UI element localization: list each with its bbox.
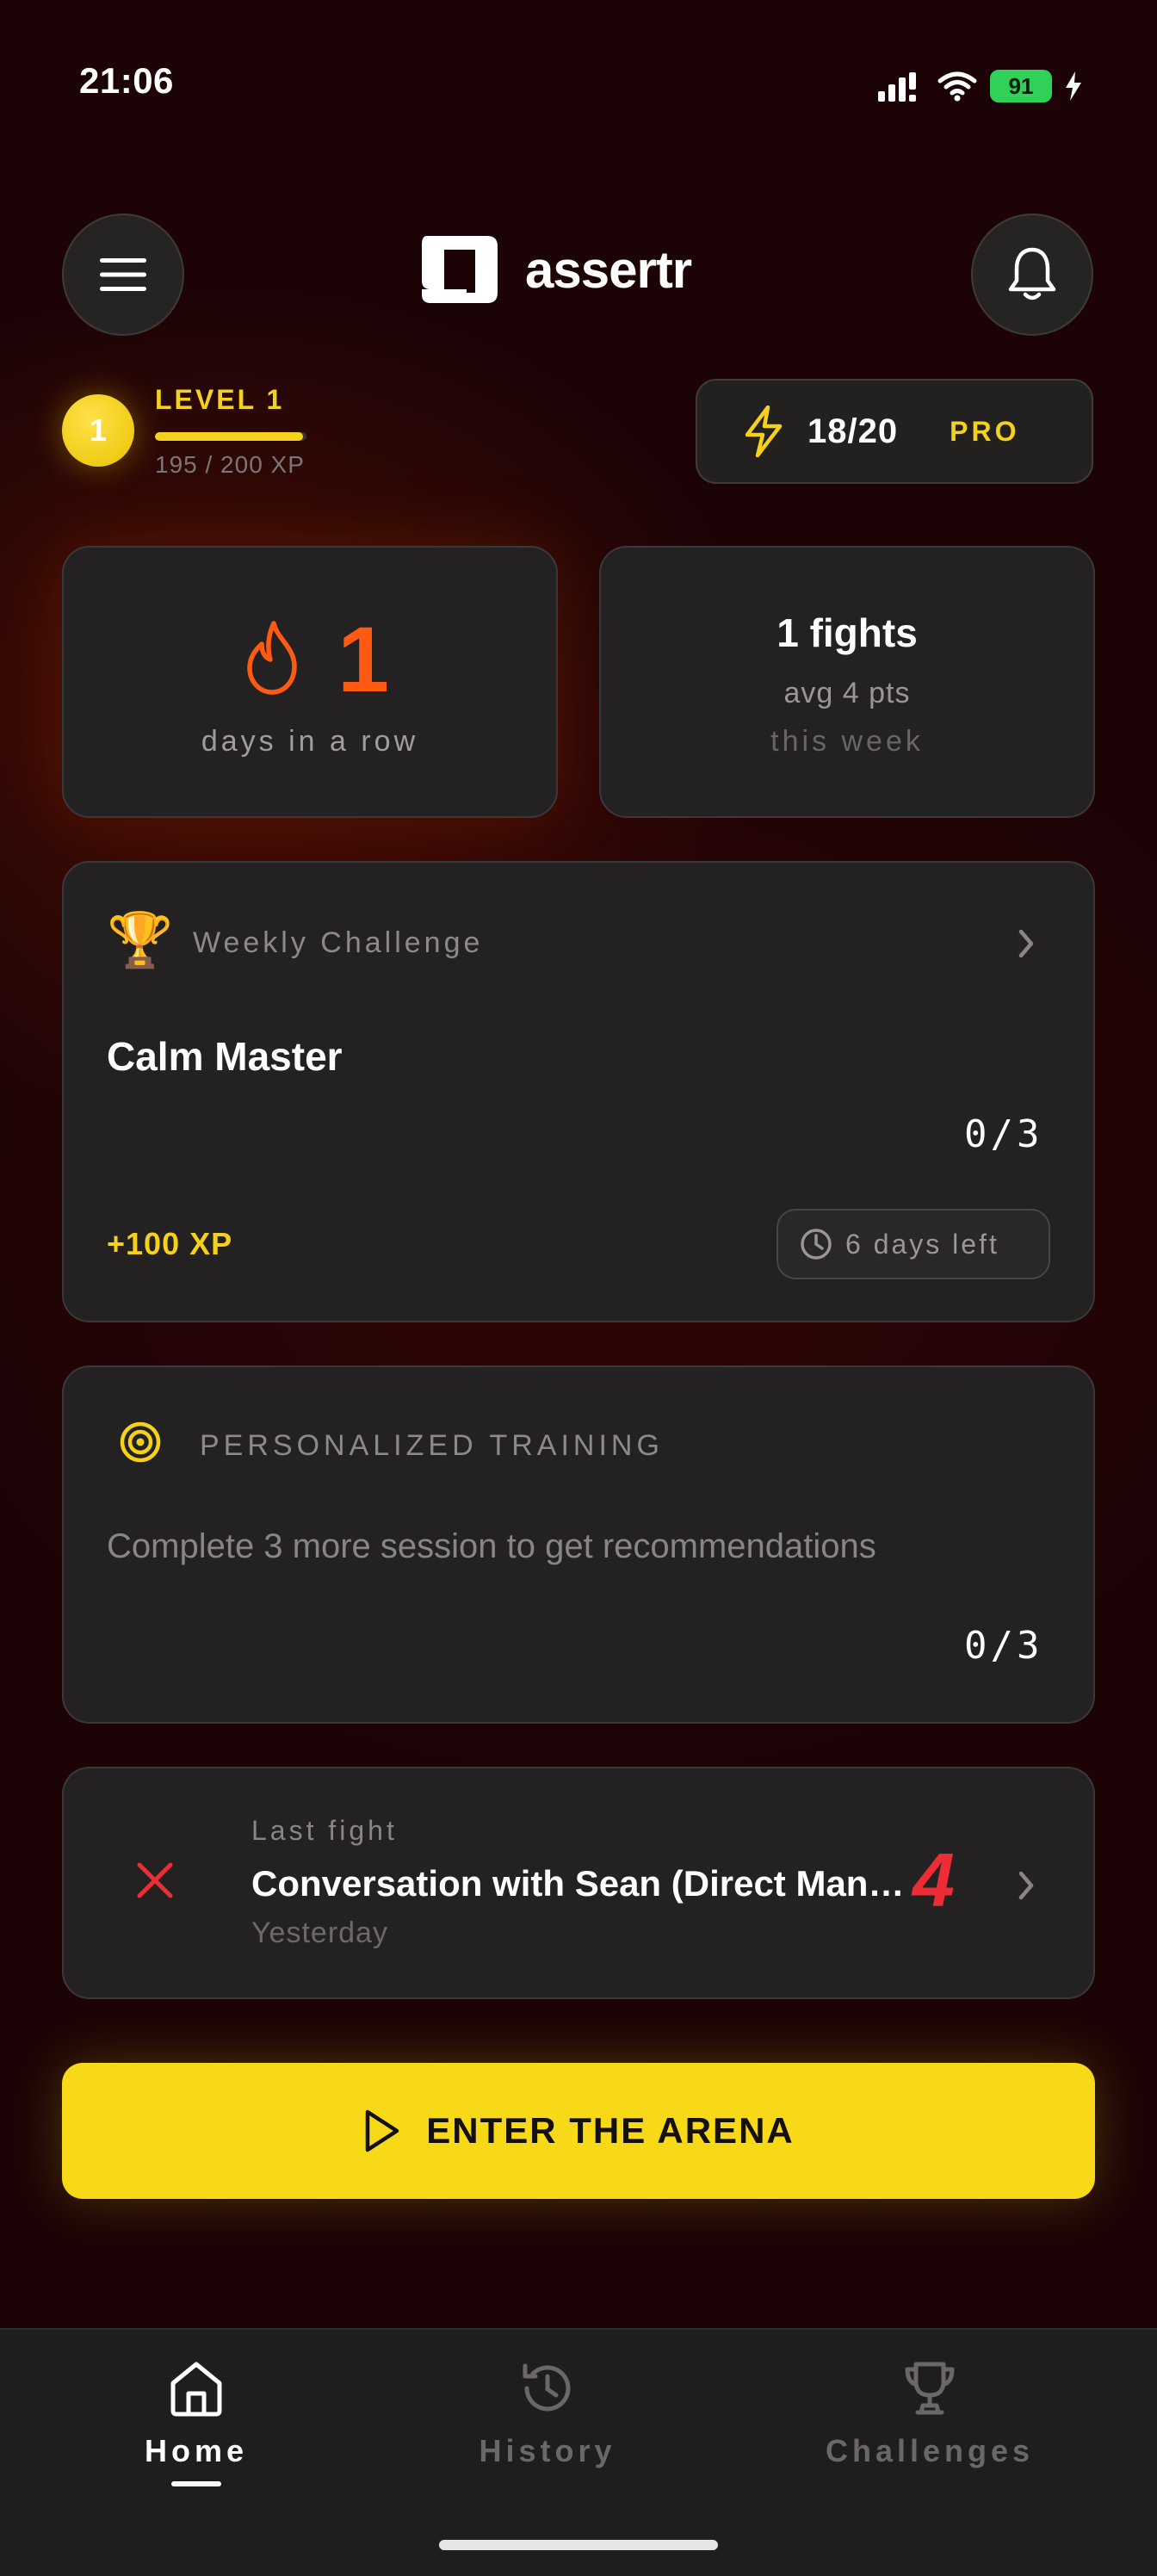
home-indicator — [439, 2540, 718, 2550]
level-label: LEVEL 1 — [155, 384, 285, 415]
streak-label: days in a row — [201, 725, 419, 758]
weekly-challenge-progress: 0/3 — [964, 1112, 1043, 1156]
nav-active-indicator — [171, 2481, 221, 2486]
nav-history[interactable]: History — [418, 2359, 677, 2469]
app-logo: assertr — [418, 232, 692, 307]
streak-count: 1 — [337, 607, 390, 711]
nav-challenges-label: Challenges — [825, 2433, 1035, 2468]
home-icon — [170, 2362, 222, 2417]
clock-icon — [801, 1229, 832, 1260]
xp-progress-fill — [155, 432, 303, 441]
target-icon — [120, 1421, 161, 1463]
last-fight-title: Conversation with Sean (Direct Manager) — [251, 1863, 906, 1904]
charging-icon — [1066, 71, 1081, 101]
app-name: assertr — [525, 240, 692, 299]
close-x-icon — [137, 1862, 173, 1898]
battery-indicator: 91 — [990, 70, 1052, 102]
pro-badge: PRO — [950, 415, 1020, 447]
fights-count: 1 fights — [776, 610, 918, 655]
training-label: PERSONALIZED TRAINING — [200, 1429, 664, 1462]
weekly-challenge-reward: +100 XP — [107, 1226, 233, 1261]
history-icon — [523, 2363, 571, 2412]
weekly-challenge-label: Weekly Challenge — [193, 926, 484, 959]
play-icon — [366, 2109, 399, 2152]
notifications-button[interactable] — [971, 214, 1093, 336]
energy-count: 18/20 — [807, 412, 899, 450]
trophy-icon: 🏆 — [107, 911, 174, 970]
streak-card[interactable] — [62, 546, 558, 818]
menu-button[interactable] — [62, 214, 184, 336]
training-message: Complete 3 more session to get recommend… — [107, 1527, 876, 1565]
bell-icon — [1008, 247, 1056, 300]
enter-arena-button[interactable]: ENTER THE ARENA — [62, 2063, 1095, 2199]
nav-challenges[interactable]: Challenges — [801, 2359, 1059, 2469]
status-time: 21:06 — [79, 60, 174, 101]
time-left-badge: 6 days left — [776, 1209, 1050, 1279]
fights-average: avg 4 pts — [783, 677, 911, 709]
enter-arena-label: ENTER THE ARENA — [426, 2110, 795, 2151]
weekly-challenge-title: Calm Master — [107, 1034, 343, 1079]
wifi-icon — [937, 71, 977, 102]
lightning-icon — [745, 406, 783, 457]
level-badge: 1 — [62, 394, 134, 467]
trophy-icon — [905, 2362, 955, 2415]
hamburger-menu-icon — [100, 258, 146, 291]
last-fight-label: Last fight — [251, 1815, 398, 1846]
time-left-text: 6 days left — [845, 1228, 999, 1260]
xp-progress-bar — [155, 432, 306, 441]
nav-history-label: History — [479, 2433, 616, 2468]
fights-period: this week — [770, 725, 924, 758]
chevron-right-icon[interactable] — [1014, 926, 1038, 961]
xp-text: 195 / 200 XP — [155, 451, 305, 478]
last-fight-score: 4 — [913, 1837, 955, 1923]
nav-home-label: Home — [144, 2433, 249, 2468]
nav-home[interactable]: Home — [67, 2359, 325, 2486]
flame-icon — [247, 621, 297, 695]
chevron-right-icon[interactable] — [1014, 1868, 1038, 1903]
last-fight-date: Yesterday — [251, 1917, 388, 1949]
training-progress: 0/3 — [964, 1624, 1043, 1668]
status-icons: 91 — [876, 67, 1083, 105]
signal-icon — [878, 72, 916, 102]
energy-pill[interactable]: 18/20 PRO — [696, 379, 1093, 484]
logo-mark-icon — [422, 236, 498, 303]
